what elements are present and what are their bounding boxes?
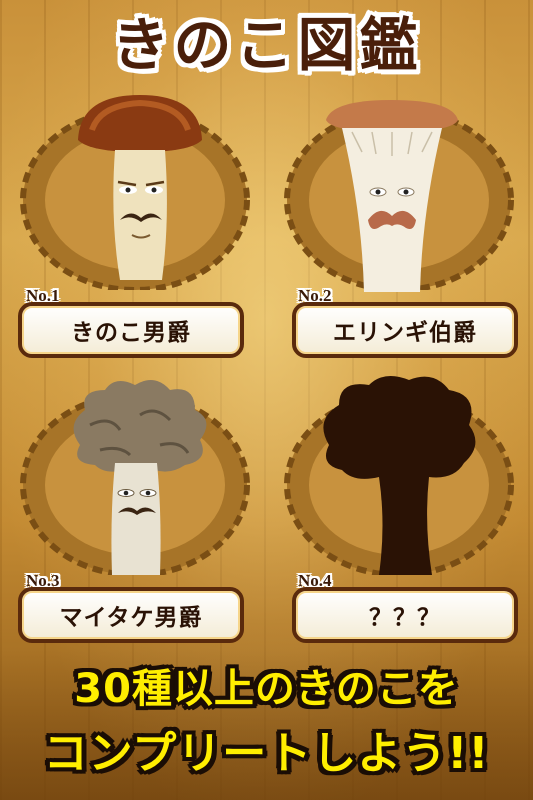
banner-line-2: コンプリートしよう!! [43,728,490,779]
card-name: エリンギ伯爵 [292,302,518,358]
mushroom-card-3[interactable]: No.3 マイタケ男爵 [10,375,260,655]
unknown-mushroom-silhouette [323,376,476,575]
banner-line-1: 30種以上のきのこを [74,666,459,712]
kinoko-baron-mushroom [78,95,202,280]
card-name: きのこ男爵 [18,302,244,358]
mushroom-card-1[interactable]: No.1 きのこ男爵 [10,90,260,370]
page-title: きのこ図鑑 [111,11,422,79]
card-name: マイタケ男爵 [18,587,244,643]
maitake-baron-mushroom [73,380,207,575]
eringi-count-mushroom [326,100,458,292]
card-name: ？？？ [292,587,518,643]
mushroom-card-2[interactable]: No.2 エリンギ伯爵 [274,90,524,370]
mushroom-card-4-locked[interactable]: No.4 ？？？ [274,375,524,655]
